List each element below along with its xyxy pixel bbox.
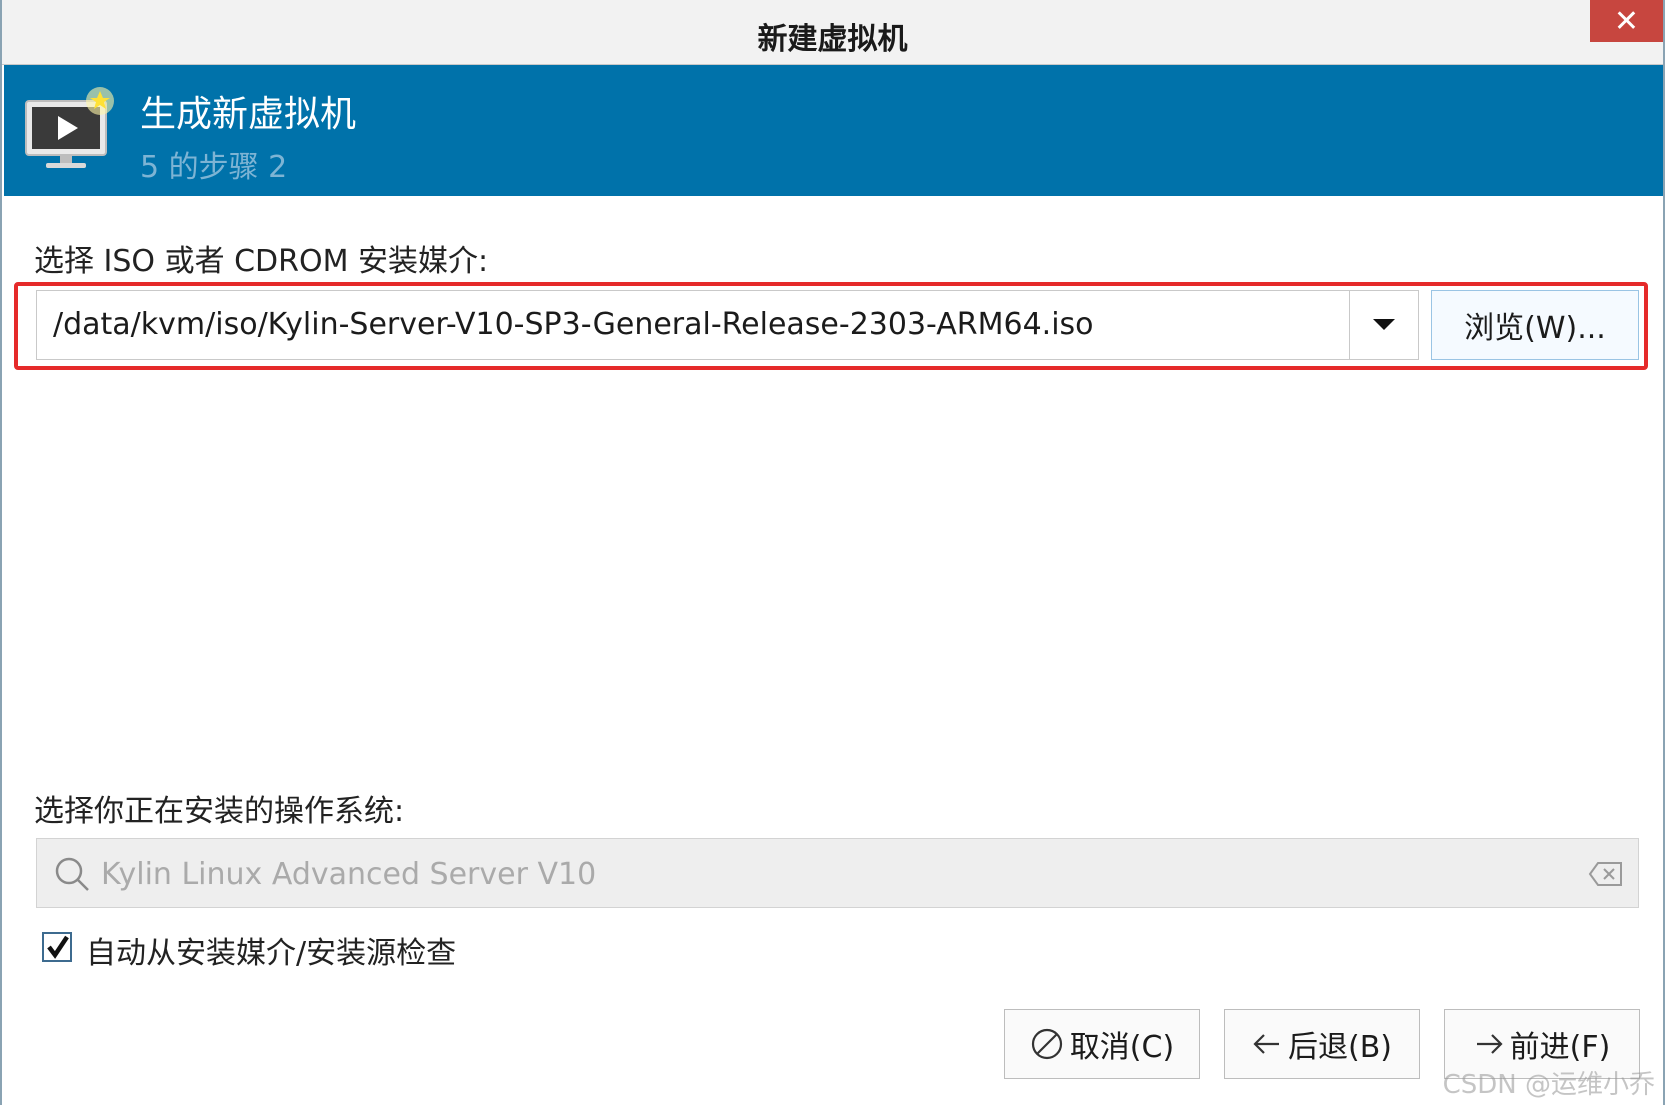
clear-icon[interactable] <box>1588 860 1624 888</box>
arrow-right-icon <box>1476 1034 1503 1054</box>
back-label: 后退(B) <box>1288 1030 1392 1065</box>
wizard-banner: 生成新虚拟机 5 的步骤 2 <box>4 65 1663 196</box>
banner-title: 生成新虚拟机 <box>140 94 357 135</box>
close-button[interactable]: ✕ <box>1590 0 1663 42</box>
window-title: 新建虚拟机 <box>757 22 908 57</box>
back-button[interactable]: 后退(B) <box>1224 1009 1420 1079</box>
watermark: CSDN @运维小乔 <box>1442 1070 1655 1100</box>
os-label: 选择你正在安装的操作系统: <box>34 794 405 829</box>
os-search-input[interactable] <box>99 849 1553 899</box>
arrow-left-icon <box>1253 1034 1279 1054</box>
dropdown-arrow-icon[interactable] <box>1349 291 1418 359</box>
cancel-label: 取消(C) <box>1069 1030 1175 1065</box>
os-search-box[interactable] <box>36 838 1639 908</box>
forward-label: 前进(F) <box>1509 1030 1611 1065</box>
cancel-button[interactable]: 取消(C) <box>1004 1009 1200 1079</box>
iso-path-value: /data/kvm/iso/Kylin-Server-V10-SP3-Gener… <box>53 307 1094 342</box>
browse-button[interactable]: 浏览(W)... <box>1431 290 1639 360</box>
title-bar: 新建虚拟机 ✕ <box>2 0 1663 65</box>
auto-detect-label: 自动从安装媒介/安装源检查 <box>86 936 457 971</box>
search-icon <box>55 857 89 891</box>
install-media-label: 选择 ISO 或者 CDROM 安装媒介: <box>34 244 489 279</box>
new-vm-dialog: 新建虚拟机 ✕ 生成新虚拟机 5 的步骤 2 选择 ISO 或者 CDROM 安… <box>0 0 1665 1105</box>
monitor-play-icon <box>25 87 114 168</box>
cancel-icon <box>1031 1028 1062 1060</box>
iso-path-combobox[interactable]: /data/kvm/iso/Kylin-Server-V10-SP3-Gener… <box>36 290 1419 360</box>
step-indicator: 5 的步骤 2 <box>140 150 288 185</box>
auto-detect-checkbox[interactable] <box>42 932 72 962</box>
checkmark-icon <box>47 935 69 959</box>
